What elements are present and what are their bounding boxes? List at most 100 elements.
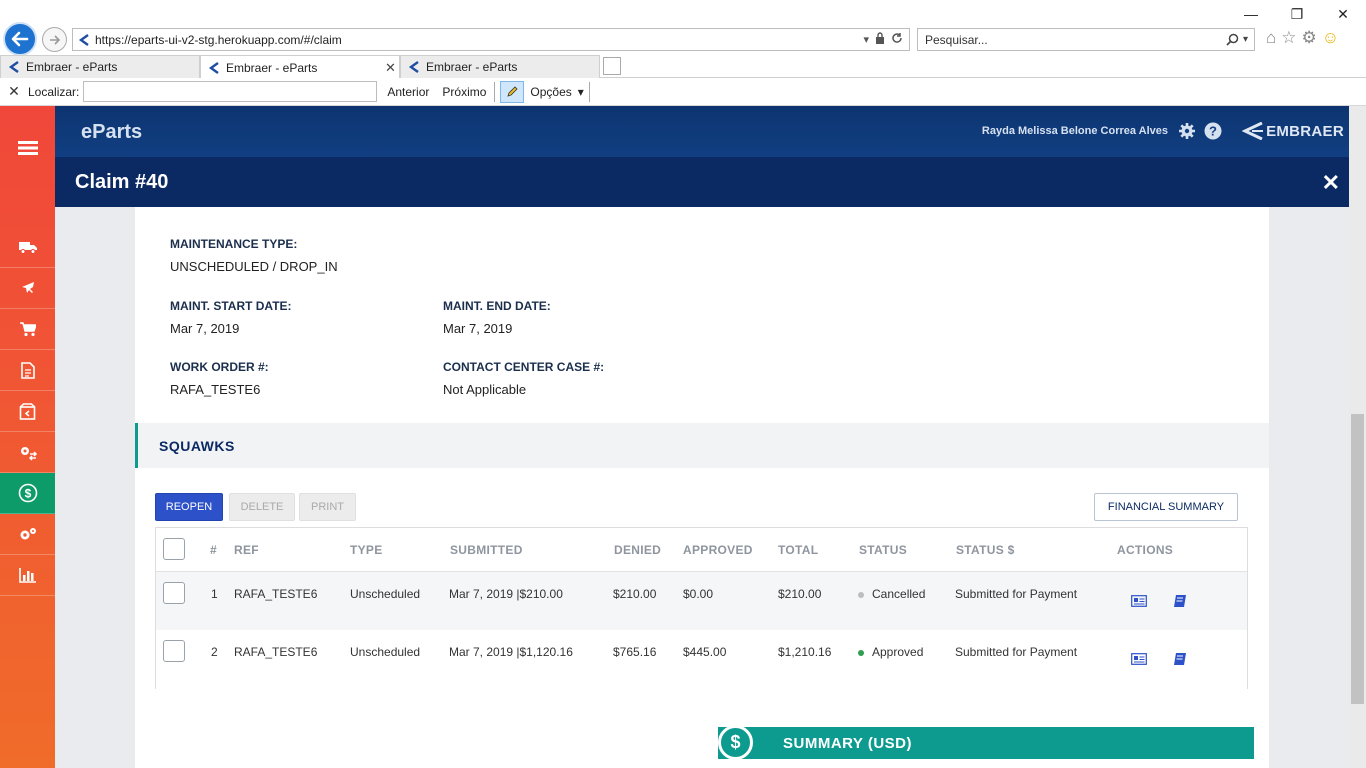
maintenance-type-value: UNSCHEDULED / DROP_IN [170, 259, 338, 274]
scrollbar-thumb[interactable] [1351, 414, 1364, 704]
row-approved: $0.00 [683, 587, 714, 601]
table-row[interactable]: 1 RAFA_TESTE6 Unscheduled Mar 7, 2019 |$… [156, 572, 1247, 630]
browser-tab-1[interactable]: Embraer - eParts [0, 55, 200, 78]
column-header-status[interactable]: STATUS [859, 543, 907, 557]
page-scrollbar[interactable] [1349, 106, 1366, 768]
column-header-number[interactable]: # [210, 543, 217, 557]
column-header-status-dollar[interactable]: STATUS $ [956, 543, 1015, 557]
row-ref: RAFA_TESTE6 [234, 645, 318, 659]
column-header-approved[interactable]: APPROVED [683, 543, 753, 557]
row-number: 1 [211, 587, 218, 601]
column-header-denied[interactable]: DENIED [614, 543, 661, 557]
restore-button[interactable]: ❐ [1274, 0, 1320, 28]
print-button[interactable]: PRINT [299, 493, 356, 521]
search-input[interactable] [925, 32, 1226, 47]
maint-start-date-value: Mar 7, 2019 [170, 321, 240, 336]
embraer-favicon-icon [8, 61, 19, 73]
column-header-total[interactable]: TOTAL [778, 543, 818, 557]
find-input[interactable] [83, 81, 378, 102]
summary-title[interactable]: SUMMARY (USD) [783, 735, 912, 752]
maint-end-date-value: Mar 7, 2019 [443, 321, 513, 336]
lock-icon[interactable] [875, 32, 885, 47]
smiley-feedback-icon[interactable]: ☺ [1322, 28, 1339, 48]
browser-tab-3[interactable]: Embraer - eParts [400, 55, 600, 78]
close-claim-icon[interactable]: ✕ [1322, 170, 1340, 196]
help-question-icon[interactable]: ? [1204, 122, 1222, 140]
row-total: $210.00 [778, 587, 822, 601]
bar-chart-icon [18, 568, 36, 583]
sidebar-item-settings[interactable] [0, 514, 55, 555]
back-button[interactable] [3, 22, 37, 56]
find-close-icon[interactable]: ✕ [0, 83, 28, 100]
arrow-right-icon [49, 34, 60, 45]
column-header-submitted[interactable]: SUBMITTED [450, 543, 523, 557]
tab-close-icon[interactable]: ✕ [385, 60, 399, 76]
row-submitted: Mar 7, 2019 |$1,120.16 [449, 645, 573, 659]
dropdown-icon[interactable]: ▾ [863, 33, 869, 46]
search-dropdown-icon[interactable]: ▾ [1243, 34, 1248, 45]
find-options-label: Opções [530, 84, 572, 99]
tab-label: Embraer - eParts [426, 60, 518, 74]
brand-title[interactable]: eParts [81, 121, 142, 144]
column-header-actions: ACTIONS [1117, 543, 1174, 557]
view-details-icon[interactable] [1131, 652, 1147, 666]
sidebar-item-exchange[interactable] [0, 432, 55, 473]
arrow-left-icon [11, 31, 29, 47]
find-label: Localizar: [28, 84, 80, 99]
url-text[interactable]: https://eparts-ui-v2-stg.herokuapp.com/#… [95, 33, 863, 47]
view-details-icon[interactable] [1131, 594, 1147, 608]
search-icon[interactable] [1226, 33, 1239, 46]
settings-gear-icon[interactable]: ⚙ [1302, 28, 1317, 48]
sidebar-item-returns[interactable] [0, 391, 55, 432]
browser-tab-2[interactable]: Embraer - eParts ✕ [200, 55, 400, 79]
sidebar-item-reports[interactable] [0, 555, 55, 596]
notebook-icon[interactable] [1172, 652, 1188, 666]
sidebar-item-shipping[interactable] [0, 227, 55, 268]
app-header: eParts Rayda Melissa Belone Correa Alves… [55, 106, 1366, 157]
highlight-pen-icon[interactable] [500, 80, 525, 103]
sidebar-item-documents[interactable] [0, 350, 55, 391]
find-bar: ✕ Localizar: Anterior Próximo Opções ▾ [0, 78, 1366, 106]
delete-button[interactable]: DELETE [229, 493, 295, 521]
notebook-icon[interactable] [1172, 594, 1188, 608]
refresh-icon[interactable] [891, 32, 903, 47]
reopen-button[interactable]: REOPEN [155, 493, 223, 521]
embraer-favicon-icon [208, 61, 219, 74]
divider [588, 81, 590, 102]
column-header-ref[interactable]: REF [234, 543, 259, 557]
select-all-checkbox[interactable] [163, 538, 185, 560]
status-dot-approved [858, 649, 864, 656]
document-icon [20, 361, 35, 379]
table-row[interactable]: 2 RAFA_TESTE6 Unscheduled Mar 7, 2019 |$… [156, 630, 1247, 688]
new-tab-button[interactable] [603, 57, 621, 75]
sidebar: $ [0, 106, 55, 768]
row-approved: $445.00 [683, 645, 727, 659]
summary-dollar-icon: $ [718, 725, 753, 760]
embraer-logo: EMBRAER [1242, 122, 1344, 140]
user-name[interactable]: Rayda Melissa Belone Correa Alves [982, 125, 1168, 137]
favorites-star-icon[interactable]: ☆ [1281, 28, 1296, 48]
app-root: $ eParts Rayda Melissa Belone Correa Alv… [0, 106, 1366, 768]
sidebar-item-cart[interactable] [0, 309, 55, 350]
column-header-type[interactable]: TYPE [350, 543, 383, 557]
find-options-button[interactable]: Opções ▾ [530, 85, 583, 99]
gear-icon[interactable] [1178, 122, 1196, 140]
browser-search[interactable]: ▾ [917, 28, 1255, 51]
row-checkbox[interactable] [163, 582, 185, 604]
home-icon[interactable]: ⌂ [1266, 28, 1276, 48]
embraer-favicon-icon [408, 61, 419, 73]
squawks-section-header: SQUAWKS [135, 423, 1269, 468]
financial-summary-button[interactable]: FINANCIAL SUMMARY [1094, 493, 1238, 521]
minimize-button[interactable]: — [1228, 0, 1274, 28]
find-previous-button[interactable]: Anterior [387, 85, 429, 99]
find-next-button[interactable]: Próximo [442, 85, 486, 99]
embraer-favicon-icon [73, 33, 95, 47]
close-window-button[interactable]: ✕ [1320, 0, 1366, 28]
menu-button[interactable] [0, 122, 55, 174]
row-status: Approved [858, 645, 923, 659]
sidebar-item-claims[interactable]: $ [0, 473, 55, 514]
forward-button[interactable] [42, 27, 67, 52]
address-bar[interactable]: https://eparts-ui-v2-stg.herokuapp.com/#… [72, 28, 910, 51]
row-checkbox[interactable] [163, 640, 185, 662]
sidebar-item-aircraft[interactable] [0, 268, 55, 309]
